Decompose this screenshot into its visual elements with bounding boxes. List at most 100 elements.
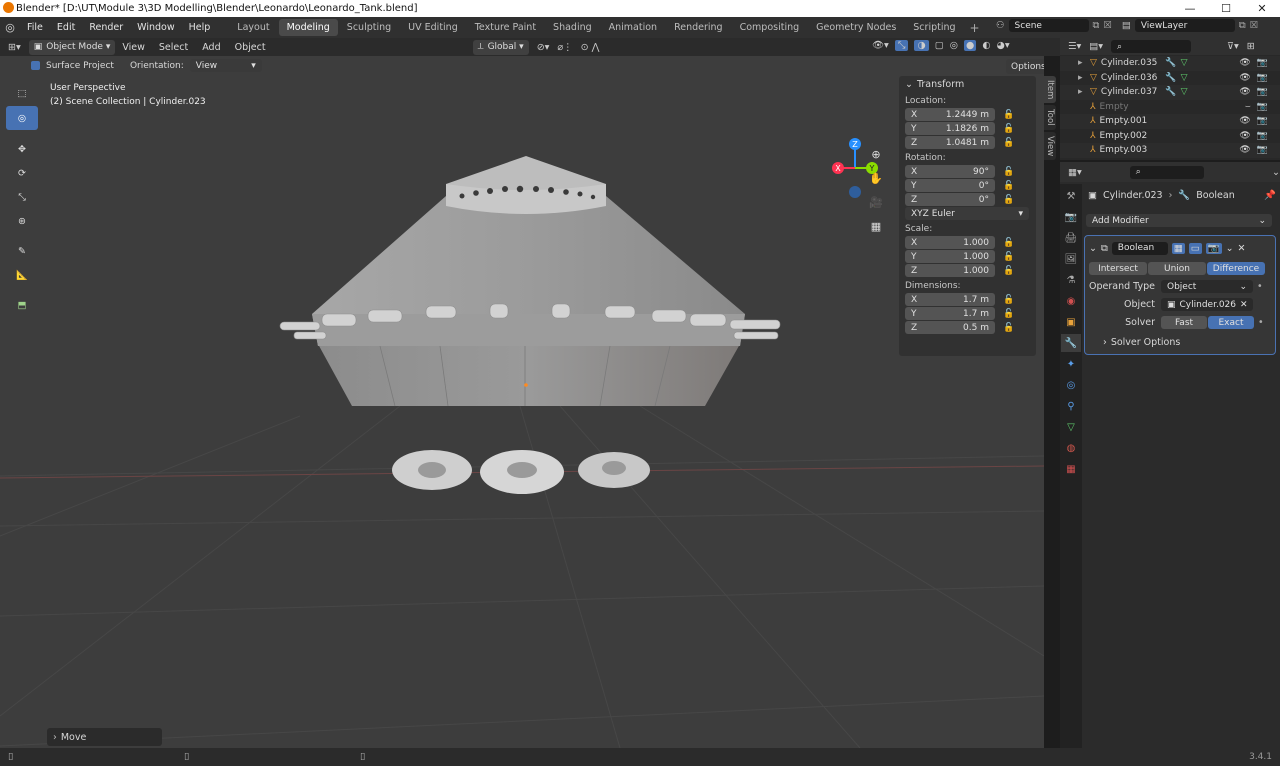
render-camera-icon[interactable]: 📷 (1257, 102, 1268, 112)
blender-menu-icon[interactable]: ◎ (0, 21, 20, 34)
rotation-mode-dropdown[interactable]: XYZ Euler ▾ (905, 207, 1029, 220)
op-difference-button[interactable]: Difference (1207, 262, 1265, 275)
menu-help[interactable]: Help (182, 22, 218, 33)
dropdown-icon[interactable]: ⌄ (1226, 243, 1234, 254)
add-modifier-dropdown[interactable]: Add Modifier ⌄ (1086, 214, 1272, 227)
chevron-down-icon[interactable]: ⌄ (905, 79, 913, 90)
rendered-shading-icon[interactable]: ◕▾ (997, 40, 1010, 51)
chevron-right-icon[interactable]: › (1103, 337, 1107, 348)
lock-icon[interactable]: 🔓 (1003, 309, 1019, 319)
add-cube-tool-icon[interactable]: ⬒ (6, 293, 38, 317)
tab-item[interactable]: Item (1044, 76, 1056, 104)
pin-icon[interactable]: 📌 (1264, 190, 1276, 201)
render-camera-icon[interactable]: 📷 (1257, 87, 1268, 97)
last-operator-panel[interactable]: › Move (47, 728, 162, 746)
view-layer-icon[interactable]: ▤ (1122, 20, 1131, 31)
location-y-field[interactable]: Y 1.1826 m (905, 122, 995, 135)
tab-layout[interactable]: Layout (229, 19, 277, 36)
modifier-tab-icon[interactable]: 🔧 (1061, 334, 1081, 352)
solver-exact-button[interactable]: Exact (1208, 316, 1254, 329)
render-toggle-icon[interactable]: 📷 (1205, 242, 1222, 254)
outliner-search-input[interactable]: ⌕ (1111, 40, 1192, 53)
object-tab-icon[interactable]: ▣ (1061, 313, 1081, 331)
xray-icon[interactable]: ▢ (935, 40, 944, 51)
minimize-icon[interactable]: — (1172, 0, 1208, 17)
scale-x-field[interactable]: X 1.000 (905, 236, 995, 249)
object-field[interactable]: ▣ Cylinder.026 ✕ (1161, 298, 1253, 311)
ortho-grid-icon[interactable]: ▦ (866, 216, 886, 236)
scale-y-field[interactable]: Y 1.000 (905, 250, 995, 263)
material-shading-icon[interactable]: ◐ (982, 40, 990, 51)
menu-file[interactable]: File (20, 22, 50, 33)
tab-animation[interactable]: Animation (601, 19, 665, 36)
options-dropdown[interactable]: Options ▾ (1006, 59, 1044, 74)
outliner-item[interactable]: ⅄ Empty.003 👁 📷 (1060, 143, 1280, 158)
lock-icon[interactable]: 🔓 (1003, 323, 1019, 333)
solver-fast-button[interactable]: Fast (1161, 316, 1207, 329)
data-tab-icon[interactable]: ▽ (1061, 418, 1081, 436)
lock-icon[interactable]: 🔓 (1003, 124, 1019, 134)
location-x-field[interactable]: X 1.2449 m (905, 108, 995, 121)
rotation-z-field[interactable]: Z 0° (905, 193, 995, 206)
tab-view[interactable]: View (1044, 131, 1056, 161)
render-camera-icon[interactable]: 📷 (1257, 116, 1268, 126)
gizmo-toggle-icon[interactable]: ⤡ (894, 40, 909, 51)
tab-shading[interactable]: Shading (545, 19, 600, 36)
pin-scene-icon[interactable]: ⧉ (1093, 20, 1100, 31)
op-intersect-button[interactable]: Intersect (1089, 262, 1147, 275)
clear-icon[interactable]: ✕ (1240, 300, 1248, 310)
outliner-item[interactable]: ⅄ Empty.001 👁 📷 (1060, 114, 1280, 129)
snap-icon[interactable]: ⌀⋮ (557, 42, 572, 53)
cursor-tool-icon[interactable]: ◎ (6, 106, 38, 130)
move-tool-icon[interactable]: ✥ (6, 137, 38, 161)
properties-editor-icon[interactable]: ▦▾ (1068, 167, 1082, 178)
new-view-layer-icon[interactable]: ⧉ (1239, 20, 1246, 31)
menu-window[interactable]: Window (130, 22, 181, 33)
outliner-item[interactable]: ⅄ Empty ⌣ 📷 (1060, 100, 1280, 115)
scene-selector[interactable]: Scene (1008, 19, 1089, 32)
collapse-icon[interactable]: ⌄ (1089, 243, 1097, 254)
scene-tab-icon[interactable]: ⚗ (1061, 271, 1081, 289)
eye-icon[interactable]: 👁 (1239, 116, 1250, 126)
dimensions-y-field[interactable]: Y 1.7 m (905, 307, 995, 320)
menu-render[interactable]: Render (82, 22, 130, 33)
eye-icon[interactable]: 👁 (1239, 73, 1250, 83)
render-tab-icon[interactable]: 📷 (1061, 208, 1081, 226)
output-tab-icon[interactable]: 🖨 (1061, 229, 1081, 247)
expand-arrow-icon[interactable]: ▸ (1078, 58, 1090, 68)
lock-icon[interactable]: 🔓 (1003, 110, 1019, 120)
menu-object[interactable]: Object (228, 42, 273, 53)
rotation-y-field[interactable]: Y 0° (905, 179, 995, 192)
op-union-button[interactable]: Union (1148, 262, 1206, 275)
editor-type-icon[interactable]: ⊞▾ (8, 42, 21, 53)
tab-tool[interactable]: Tool (1044, 105, 1056, 130)
edit-mode-toggle-icon[interactable]: ▦ (1171, 242, 1185, 254)
eye-icon[interactable]: 👁 (1239, 58, 1250, 68)
render-camera-icon[interactable]: 📷 (1257, 58, 1268, 68)
solver-options-label[interactable]: Solver Options (1111, 337, 1181, 348)
wireframe-shading-icon[interactable]: ◎ (950, 40, 958, 51)
lock-icon[interactable]: 🔓 (1003, 195, 1019, 205)
pivot-icon[interactable]: ⊘▾ (537, 42, 550, 53)
physics-tab-icon[interactable]: ◎ (1061, 376, 1081, 394)
new-collection-icon[interactable]: ⊞ (1247, 41, 1255, 52)
tab-scripting[interactable]: Scripting (905, 19, 963, 36)
menu-select[interactable]: Select (152, 42, 195, 53)
zoom-icon[interactable]: ⊕ (866, 144, 886, 164)
remove-view-layer-icon[interactable]: ☒ (1250, 20, 1259, 31)
render-camera-icon[interactable]: 📷 (1257, 73, 1268, 83)
rotation-x-field[interactable]: X 90° (905, 165, 995, 178)
rotate-tool-icon[interactable]: ⟳ (6, 161, 38, 185)
dimensions-x-field[interactable]: X 1.7 m (905, 293, 995, 306)
tab-modeling[interactable]: Modeling (278, 19, 338, 36)
viewport-toggle-icon[interactable]: ▭ (1188, 242, 1202, 254)
constraints-tab-icon[interactable]: ⚲ (1061, 397, 1081, 415)
render-camera-icon[interactable]: 📷 (1257, 145, 1268, 155)
outliner-item[interactable]: ▸ ▽ Cylinder.037 🔧 ▽ 👁 📷 (1060, 85, 1280, 100)
mode-dropdown[interactable]: ▣ Object Mode ▾ (28, 39, 116, 55)
expand-arrow-icon[interactable]: ▸ (1078, 73, 1090, 83)
lock-icon[interactable]: 🔓 (1003, 295, 1019, 305)
solid-shading-icon[interactable]: ● (964, 40, 977, 51)
tab-compositing[interactable]: Compositing (732, 19, 808, 36)
tab-rendering[interactable]: Rendering (666, 19, 731, 36)
